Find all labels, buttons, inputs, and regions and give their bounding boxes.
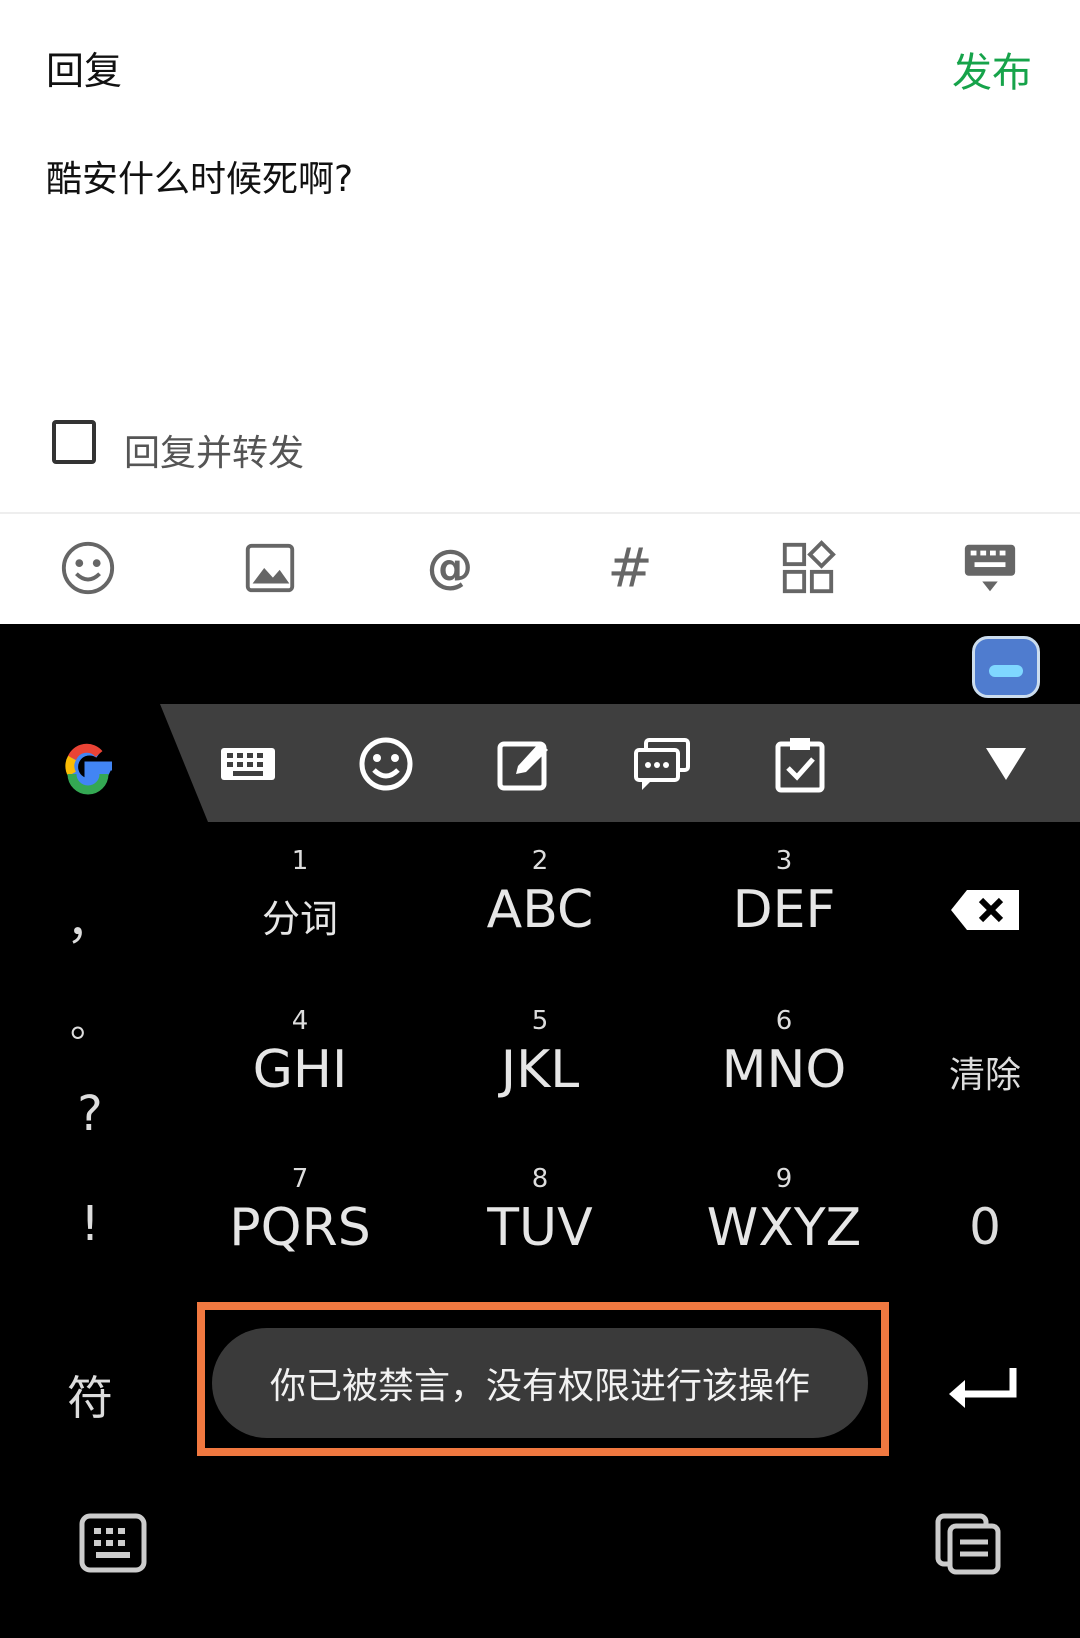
key-8-label: TUV — [487, 1198, 593, 1258]
key-7[interactable]: 7 PQRS — [200, 1164, 400, 1258]
key-symbols[interactable]: 符 — [60, 1362, 120, 1428]
chat-icon[interactable] — [630, 732, 694, 796]
key-5[interactable]: 5 JKL — [440, 1006, 640, 1100]
key-question[interactable]: ? — [60, 1086, 120, 1142]
key-8[interactable]: 8 TUV — [440, 1164, 640, 1258]
key-2-number: 2 — [531, 846, 549, 876]
reply-panel: 回复 发布 酷安什么时候死啊? 回复并转发 — [0, 0, 1080, 512]
image-icon[interactable] — [238, 536, 302, 600]
edit-icon[interactable] — [492, 732, 556, 796]
emoji-icon[interactable] — [56, 536, 120, 600]
keyboard-icon[interactable] — [216, 732, 280, 796]
key-3-label: DEF — [732, 880, 836, 940]
key-3[interactable]: 3 DEF — [684, 846, 884, 940]
key-8-number: 8 — [531, 1164, 549, 1194]
key-comma[interactable]: ， — [60, 882, 120, 952]
key-1-label: 分词 — [261, 897, 338, 941]
toast-message: 你已被禁言，没有权限进行该操作 — [212, 1328, 868, 1438]
key-9[interactable]: 9 WXYZ — [684, 1164, 884, 1258]
key-5-label: JKL — [500, 1040, 580, 1100]
key-0[interactable]: 0 — [930, 1198, 1040, 1256]
ime-toolbar-background — [160, 704, 1080, 822]
clipboard-list-icon[interactable] — [934, 1512, 1004, 1576]
svg-text:@: @ — [427, 540, 473, 594]
key-7-label: PQRS — [229, 1198, 371, 1258]
robot-icon[interactable] — [972, 636, 1040, 698]
repost-checkbox[interactable] — [52, 420, 96, 464]
key-9-number: 9 — [775, 1164, 793, 1194]
key-2[interactable]: 2 ABC — [440, 846, 640, 940]
key-period[interactable]: 。 — [60, 990, 120, 1048]
clear-key[interactable]: 清除 — [930, 1046, 1040, 1098]
clipboard-icon[interactable] — [768, 732, 832, 796]
reply-text-input[interactable]: 酷安什么时候死啊? — [46, 150, 353, 202]
keyboard-hide-icon[interactable] — [958, 536, 1022, 600]
key-2-label: ABC — [486, 880, 594, 940]
ime-toolbar — [0, 704, 1080, 822]
key-exclaim[interactable]: ! — [60, 1196, 120, 1252]
key-4[interactable]: 4 GHI — [200, 1006, 400, 1100]
key-1[interactable]: 1 分词 — [200, 846, 400, 943]
collapse-icon[interactable] — [974, 732, 1038, 796]
svg-text:#: # — [607, 539, 652, 597]
key-4-label: GHI — [252, 1040, 348, 1100]
enter-icon[interactable] — [930, 1364, 1040, 1412]
ime-top-area — [0, 624, 1080, 704]
key-3-number: 3 — [775, 846, 793, 876]
key-4-number: 4 — [291, 1006, 309, 1036]
compose-toolbar: @ # — [0, 514, 1080, 624]
key-9-label: WXYZ — [706, 1198, 862, 1258]
at-icon[interactable]: @ — [418, 536, 482, 600]
keyboard-switch-icon[interactable] — [78, 1512, 148, 1576]
google-icon[interactable] — [58, 736, 118, 796]
key-6-label: MNO — [721, 1040, 847, 1100]
page-title: 回复 — [46, 49, 123, 93]
backspace-icon[interactable] — [930, 888, 1040, 936]
key-6[interactable]: 6 MNO — [684, 1006, 884, 1100]
apps-icon[interactable] — [776, 536, 840, 600]
hashtag-icon[interactable]: # — [598, 536, 662, 600]
publish-button[interactable]: 发布 — [952, 40, 1032, 98]
key-5-number: 5 — [531, 1006, 549, 1036]
key-7-number: 7 — [291, 1164, 309, 1194]
key-6-number: 6 — [775, 1006, 793, 1036]
key-1-number: 1 — [291, 846, 309, 876]
repost-label[interactable]: 回复并转发 — [124, 424, 304, 476]
emoji-icon[interactable] — [354, 732, 418, 796]
